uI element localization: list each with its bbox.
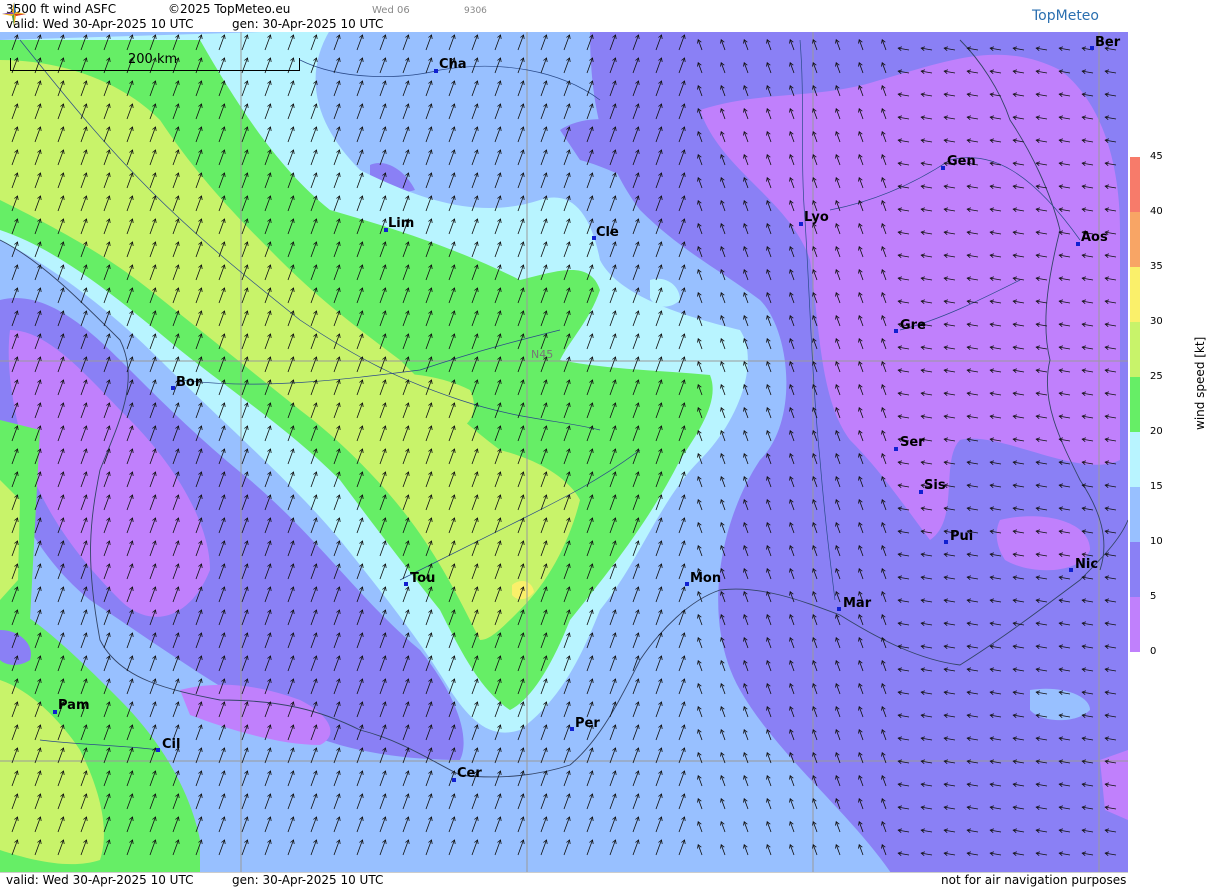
city-cha[interactable]: Cha — [434, 57, 467, 73]
city-label: Mar — [843, 596, 872, 611]
city-aos[interactable]: Aos — [1076, 230, 1108, 246]
legend-tick-label: 20 — [1150, 426, 1163, 437]
footer-valid: valid: Wed 30-Apr-2025 10 UTC — [6, 873, 194, 887]
city-bor[interactable]: Bor — [171, 375, 202, 390]
legend-tick-label: 25 — [1150, 371, 1163, 382]
topmeteo-logo[interactable]: TopMeteo — [1032, 8, 1099, 24]
legend-tick-label: 30 — [1150, 316, 1163, 327]
city-label: Lyo — [804, 210, 829, 225]
city-label: Bor — [176, 375, 202, 390]
city-pam[interactable]: Pam — [53, 698, 90, 714]
city-label: Lim — [388, 216, 414, 231]
compass-star-icon — [2, 2, 26, 26]
day-code: Wed 06 — [372, 5, 410, 16]
city-label: Gre — [900, 318, 926, 333]
city-cer[interactable]: Cer — [452, 766, 482, 782]
city-label: Tou — [410, 571, 435, 586]
legend-tick-label: 0 — [1150, 646, 1157, 657]
valid-time: valid: Wed 30-Apr-2025 10 UTC — [6, 17, 194, 31]
legend-swatch — [1130, 157, 1140, 212]
legend-swatch — [1130, 487, 1140, 542]
legend-swatch — [1130, 212, 1140, 267]
legend-swatch — [1130, 377, 1140, 432]
footer-generated: gen: 30-Apr-2025 10 UTC — [232, 873, 384, 887]
city-cle[interactable]: Cle — [592, 225, 619, 240]
city-label: Pam — [58, 698, 90, 713]
city-label: Ser — [900, 435, 925, 450]
generated-time: gen: 30-Apr-2025 10 UTC — [232, 17, 384, 31]
city-label: Cha — [439, 57, 467, 72]
city-label: Aos — [1081, 230, 1108, 245]
wind-field: Ber Cha Gen Lim Cle Lyo Aos Gre Bor Ser … — [0, 0, 1128, 887]
city-label: Nic — [1075, 557, 1098, 572]
legend-swatch — [1130, 432, 1140, 487]
legend-swatch — [1130, 267, 1140, 322]
city-gen[interactable]: Gen — [941, 154, 976, 170]
legend-title: wind speed [kt] — [1193, 336, 1207, 430]
city-label: Ber — [1095, 35, 1121, 50]
city-lyo[interactable]: Lyo — [799, 210, 829, 226]
city-label: Pui — [950, 529, 973, 544]
city-label: Sis — [924, 478, 946, 493]
city-mon[interactable]: Mon — [685, 571, 721, 586]
city-label: Cil — [162, 737, 180, 752]
city-sis[interactable]: Sis — [919, 478, 946, 494]
legend-tick-label: 5 — [1150, 591, 1157, 602]
footer-bar: valid: Wed 30-Apr-2025 10 UTC gen: 30-Ap… — [0, 872, 1128, 887]
legend-tick-label: 15 — [1150, 481, 1163, 492]
legend-swatch — [1130, 597, 1140, 652]
city-lim[interactable]: Lim — [384, 216, 414, 232]
copyright: ©2025 TopMeteo.eu — [168, 2, 291, 16]
legend-tick-label: 45 — [1150, 151, 1163, 162]
city-ber[interactable]: Ber — [1090, 35, 1121, 50]
city-label: Cer — [457, 766, 482, 781]
legend-colorbar — [1130, 157, 1140, 652]
run-code: 9306 — [464, 6, 487, 16]
legend-tick-label: 10 — [1150, 536, 1163, 547]
city-per[interactable]: Per — [570, 716, 600, 731]
legend-swatch — [1130, 322, 1140, 377]
city-label: Gen — [947, 154, 976, 169]
legend-tick-label: 40 — [1150, 206, 1163, 217]
legend-swatch — [1130, 542, 1140, 597]
footer-disclaimer: not for air navigation purposes — [941, 873, 1127, 887]
legend: 45 40 35 30 25 20 15 10 5 0 — [1128, 0, 1219, 887]
latitude-label: N45 — [531, 348, 553, 361]
city-label: Mon — [690, 571, 721, 586]
city-mar[interactable]: Mar — [837, 596, 872, 611]
city-label: Cle — [596, 225, 619, 240]
legend-tick-label: 35 — [1150, 261, 1163, 272]
city-label: Per — [575, 716, 600, 731]
wind-map[interactable]: Ber Cha Gen Lim Cle Lyo Aos Gre Bor Ser … — [0, 0, 1128, 887]
scale-label: 200 km — [128, 52, 178, 67]
